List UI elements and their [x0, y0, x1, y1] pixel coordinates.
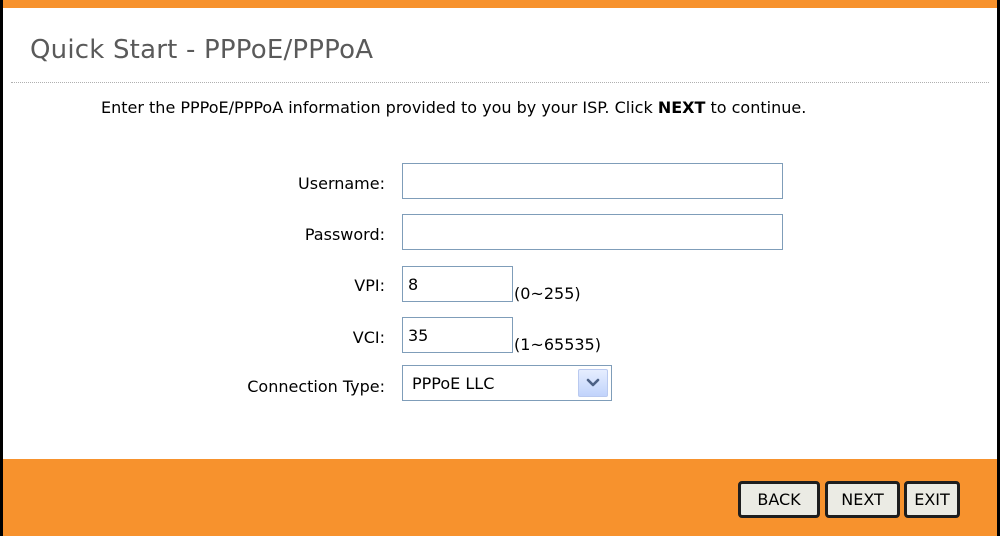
vpi-input[interactable] — [402, 266, 513, 302]
intro-text: Enter the PPPoE/PPPoA information provid… — [101, 98, 806, 117]
next-button[interactable]: NEXT — [825, 481, 900, 518]
intro-text-end: to continue. — [705, 98, 807, 117]
vpi-label: VPI: — [354, 276, 385, 295]
quick-start-panel: Quick Start - PPPoE/PPPoA Enter the PPPo… — [0, 0, 1000, 536]
intro-text-bold: NEXT — [657, 98, 706, 117]
page-title: Quick Start - PPPoE/PPPoA — [30, 35, 374, 65]
connection-type-select[interactable]: PPPoE LLC — [402, 365, 612, 401]
back-button[interactable]: BACK — [738, 481, 820, 518]
vci-input[interactable] — [402, 317, 513, 353]
connection-type-label: Connection Type: — [247, 377, 385, 396]
username-label: Username: — [298, 174, 385, 193]
exit-button[interactable]: EXIT — [904, 481, 960, 518]
username-input[interactable] — [402, 163, 783, 199]
password-label: Password: — [304, 225, 385, 244]
intro-text-start: Enter the PPPoE/PPPoA information provid… — [101, 98, 658, 117]
vci-label: VCI: — [352, 328, 385, 347]
vpi-range-hint: (0~255) — [514, 284, 581, 303]
title-divider — [11, 82, 989, 83]
vci-range-hint: (1~65535) — [514, 335, 601, 354]
top-accent-bar — [3, 0, 997, 8]
connection-type-value: PPPoE LLC — [412, 374, 495, 393]
password-input[interactable] — [402, 214, 783, 250]
chevron-down-icon[interactable] — [578, 369, 608, 397]
